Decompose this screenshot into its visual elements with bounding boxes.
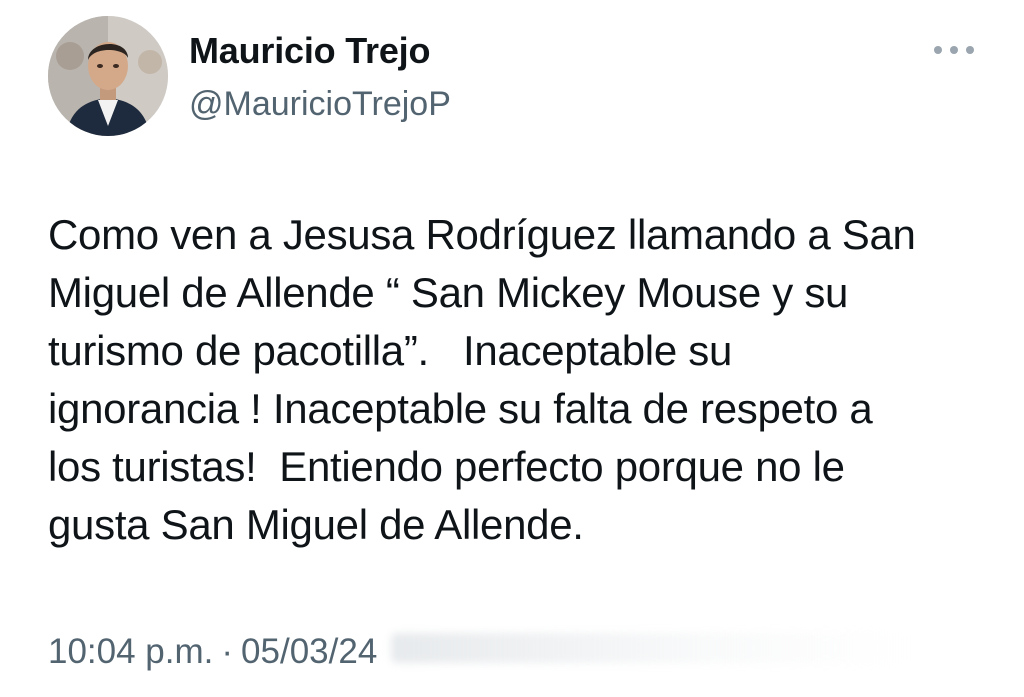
tweet-meta: 10:04 p.m. · 05/03/24 <box>48 630 912 674</box>
meta-separator: · <box>221 632 234 671</box>
avatar-photo <box>48 16 168 136</box>
tweet-text: Como ven a Jesusa Rodríguez llamando a S… <box>48 211 916 548</box>
tweet-date[interactable]: 05/03/24 <box>241 630 377 674</box>
tweet-time[interactable]: 10:04 p.m. <box>48 630 213 674</box>
more-horizontal-icon-dot <box>966 46 974 54</box>
author-name[interactable]: Mauricio Trejo <box>189 30 451 72</box>
avatar[interactable] <box>48 16 168 136</box>
more-options-button[interactable] <box>934 38 974 62</box>
more-horizontal-icon-dot <box>934 46 942 54</box>
author-handle[interactable]: @MauricioTrejoP <box>189 84 451 124</box>
obscured-view-count <box>391 633 912 663</box>
more-horizontal-icon-dot <box>950 46 958 54</box>
tweet-card: Mauricio Trejo @MauricioTrejoP Como ven … <box>0 0 1024 697</box>
author-block: Mauricio Trejo @MauricioTrejoP <box>189 30 451 124</box>
